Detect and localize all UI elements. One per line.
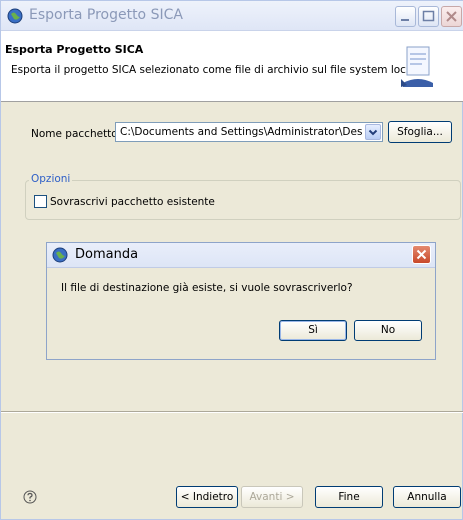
next-button[interactable]: Avanti >: [241, 486, 303, 508]
finish-button[interactable]: Fine: [315, 486, 383, 508]
export-wizard-window: Esporta Progetto SICA Esporta Progetto S…: [0, 0, 463, 520]
minimize-icon: [401, 19, 409, 21]
wizard-description: Esporta il progetto SICA selezionato com…: [11, 64, 422, 76]
package-path-combo[interactable]: C:\Documents and Settings\Administrator\…: [115, 122, 383, 142]
no-button[interactable]: No: [354, 320, 422, 341]
app-globe-icon: [7, 8, 23, 24]
footer-separator: [1, 411, 463, 413]
overwrite-checkbox[interactable]: [34, 195, 47, 208]
help-icon[interactable]: [23, 490, 37, 504]
maximize-button[interactable]: [418, 6, 439, 27]
dialog-message: Il file di destinazione già esiste, si v…: [61, 282, 353, 294]
combo-dropdown-button[interactable]: [365, 124, 381, 140]
dialog-title-bar[interactable]: Domanda: [47, 243, 435, 268]
package-path-value: C:\Documents and Settings\Administrator\…: [120, 126, 362, 138]
options-group-title: Opzioni: [29, 173, 73, 185]
overwrite-checkbox-label[interactable]: Sovrascrivi pacchetto esistente: [50, 196, 215, 208]
export-wizard-icon: [401, 46, 433, 87]
window-title: Esporta Progetto SICA: [29, 7, 183, 23]
minimize-button[interactable]: [395, 6, 416, 27]
title-bar[interactable]: Esporta Progetto SICA: [1, 1, 463, 31]
maximize-icon: [422, 10, 435, 22]
chevron-down-icon: [368, 129, 378, 136]
app-globe-icon: [52, 247, 68, 263]
wizard-title: Esporta Progetto SICA: [5, 43, 144, 56]
wizard-header: Esporta Progetto SICA Esporta il progett…: [1, 31, 463, 102]
back-button[interactable]: < Indietro: [176, 486, 238, 508]
close-icon: [446, 11, 457, 22]
dialog-title: Domanda: [75, 247, 139, 262]
package-name-label: Nome pacchetto:: [31, 128, 122, 140]
question-dialog: Domanda Il file di destinazione già esis…: [46, 242, 436, 360]
browse-button[interactable]: Sfoglia...: [388, 121, 452, 143]
yes-button[interactable]: Sì: [279, 320, 347, 341]
dialog-close-button[interactable]: [412, 245, 431, 264]
cancel-button[interactable]: Annulla: [393, 486, 461, 508]
close-button[interactable]: [441, 6, 462, 27]
close-icon: [416, 249, 427, 260]
